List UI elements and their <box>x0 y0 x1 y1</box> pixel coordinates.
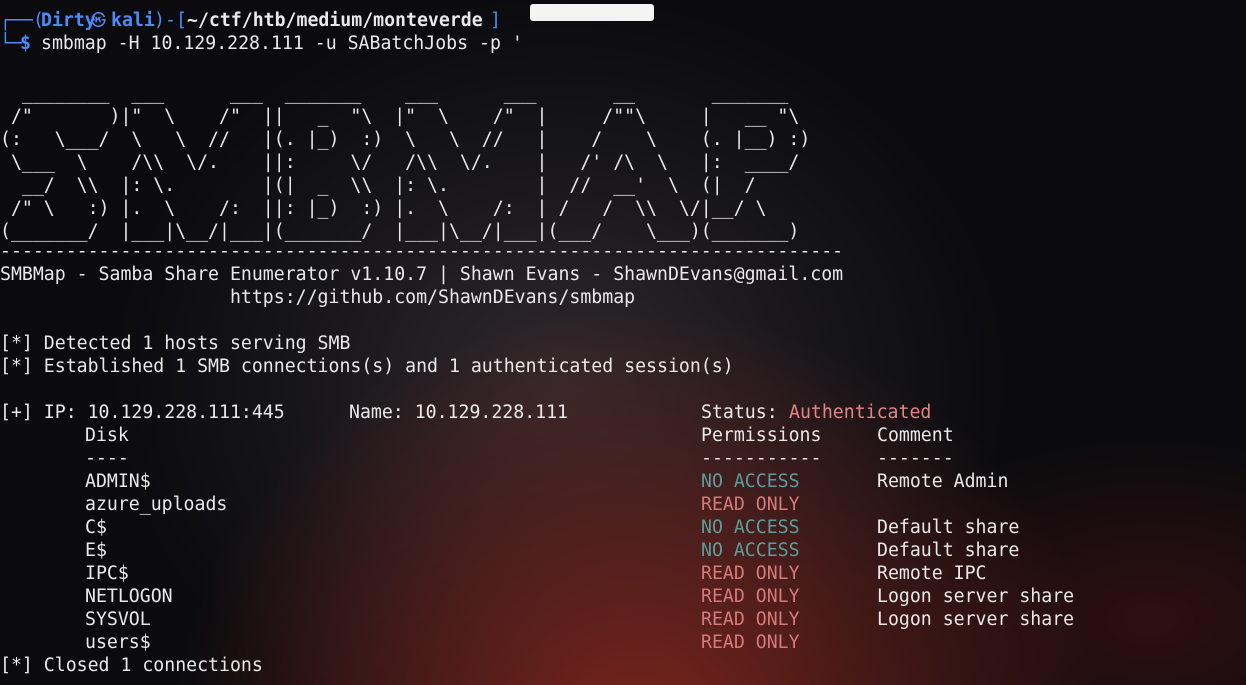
prompt-corner-top: ┌── <box>0 10 33 31</box>
tool-info-line: SMBMap - Samba Share Enumerator v1.10.7 … <box>0 264 844 285</box>
prompt-cwd: ~/ctf/htb/medium/monteverde <box>187 10 483 31</box>
share-name: ADMIN$ <box>85 471 151 492</box>
share-permission: NO ACCESS <box>701 471 800 492</box>
command-text: smbmap -H 10.129.228.111 -u SABatchJobs … <box>41 33 523 54</box>
table-header: Disk Permissions Comment <box>0 424 1246 447</box>
banner-divider: ----------------------------------------… <box>0 241 844 262</box>
table-row: SYSVOL READ ONLY Logon server share <box>0 608 1246 631</box>
header-comment: Comment <box>877 425 954 446</box>
share-permission: READ ONLY <box>701 586 800 607</box>
share-permission: NO ACCESS <box>701 540 800 561</box>
status-label: Status: <box>701 402 789 423</box>
separator-disk: ---- <box>85 448 129 469</box>
share-permission: NO ACCESS <box>701 517 800 538</box>
share-comment: Logon server share <box>877 586 1075 607</box>
share-name: IPC$ <box>85 563 129 584</box>
established-sessions-line: [*] Established 1 SMB connections(s) and… <box>0 356 734 377</box>
prompt-at-icon: ㉿ <box>91 11 107 29</box>
header-permissions: Permissions <box>701 425 822 446</box>
table-header-separator: ---- ----------- ------- <box>0 447 1246 470</box>
share-name: E$ <box>85 540 107 561</box>
share-permission: READ ONLY <box>701 632 800 653</box>
table-row: C$ NO ACCESS Default share <box>0 516 1246 539</box>
separator-permissions: ----------- <box>701 448 822 469</box>
share-name: azure_uploads <box>85 494 228 515</box>
prompt-bracket-open: [ <box>176 10 187 31</box>
share-name: SYSVOL <box>85 609 151 630</box>
prompt-dollar: $ <box>20 33 31 54</box>
status-authenticated: Authenticated <box>789 402 932 423</box>
share-name: users$ <box>85 632 151 653</box>
terminal-window[interactable]: ┌── ( Dirty ㉿ kali ) - [ ~/ctf/htb/mediu… <box>0 0 1246 685</box>
tool-url-line: https://github.com/ShawnDEvans/smbmap <box>0 287 636 308</box>
share-comment: Logon server share <box>877 609 1075 630</box>
share-comment: Default share <box>877 517 1020 538</box>
prompt-paren-close: ) <box>154 10 165 31</box>
closed-connections-line: [*] Closed 1 connections <box>0 655 263 676</box>
table-row: azure_uploads READ ONLY <box>0 493 1246 516</box>
table-row: IPC$ READ ONLY Remote IPC <box>0 562 1246 585</box>
prompt-corner-bottom: └─ <box>0 33 22 54</box>
header-disk: Disk <box>85 425 129 446</box>
smbmap-ascii-banner: ________ ___ ___ _______ ___ ___ __ ____… <box>0 83 811 242</box>
prompt-separator: - <box>165 10 176 31</box>
prompt-header-line: ┌── ( Dirty ㉿ kali ) - [ ~/ctf/htb/mediu… <box>0 9 501 32</box>
share-comment: Remote IPC <box>877 563 987 584</box>
share-name: C$ <box>85 517 107 538</box>
host-ip: [+] IP: 10.129.228.111:445 <box>0 402 285 423</box>
table-row: NETLOGON READ ONLY Logon server share <box>0 585 1246 608</box>
prompt-host: kali <box>111 10 155 31</box>
share-comment: Default share <box>877 540 1020 561</box>
table-row: E$ NO ACCESS Default share <box>0 539 1246 562</box>
detected-hosts-line: [*] Detected 1 hosts serving SMB <box>0 333 351 354</box>
separator-comment: ------- <box>877 448 954 469</box>
redacted-password <box>530 4 654 21</box>
share-name: NETLOGON <box>85 586 173 607</box>
table-row: ADMIN$ NO ACCESS Remote Admin <box>0 470 1246 493</box>
prompt-user: Dirty <box>41 10 96 31</box>
host-info-line: [+] IP: 10.129.228.111:445 Name: 10.129.… <box>0 401 1246 424</box>
share-permission: READ ONLY <box>701 563 800 584</box>
host-name: Name: 10.129.228.111 <box>349 402 568 423</box>
share-permission: READ ONLY <box>701 494 800 515</box>
share-permission: READ ONLY <box>701 609 800 630</box>
command-line[interactable]: └─ $ smbmap -H 10.129.228.111 -u SABatch… <box>0 32 523 55</box>
share-comment: Remote Admin <box>877 471 1009 492</box>
table-row: users$ READ ONLY <box>0 631 1246 654</box>
prompt-bracket-close: ] <box>490 10 501 31</box>
